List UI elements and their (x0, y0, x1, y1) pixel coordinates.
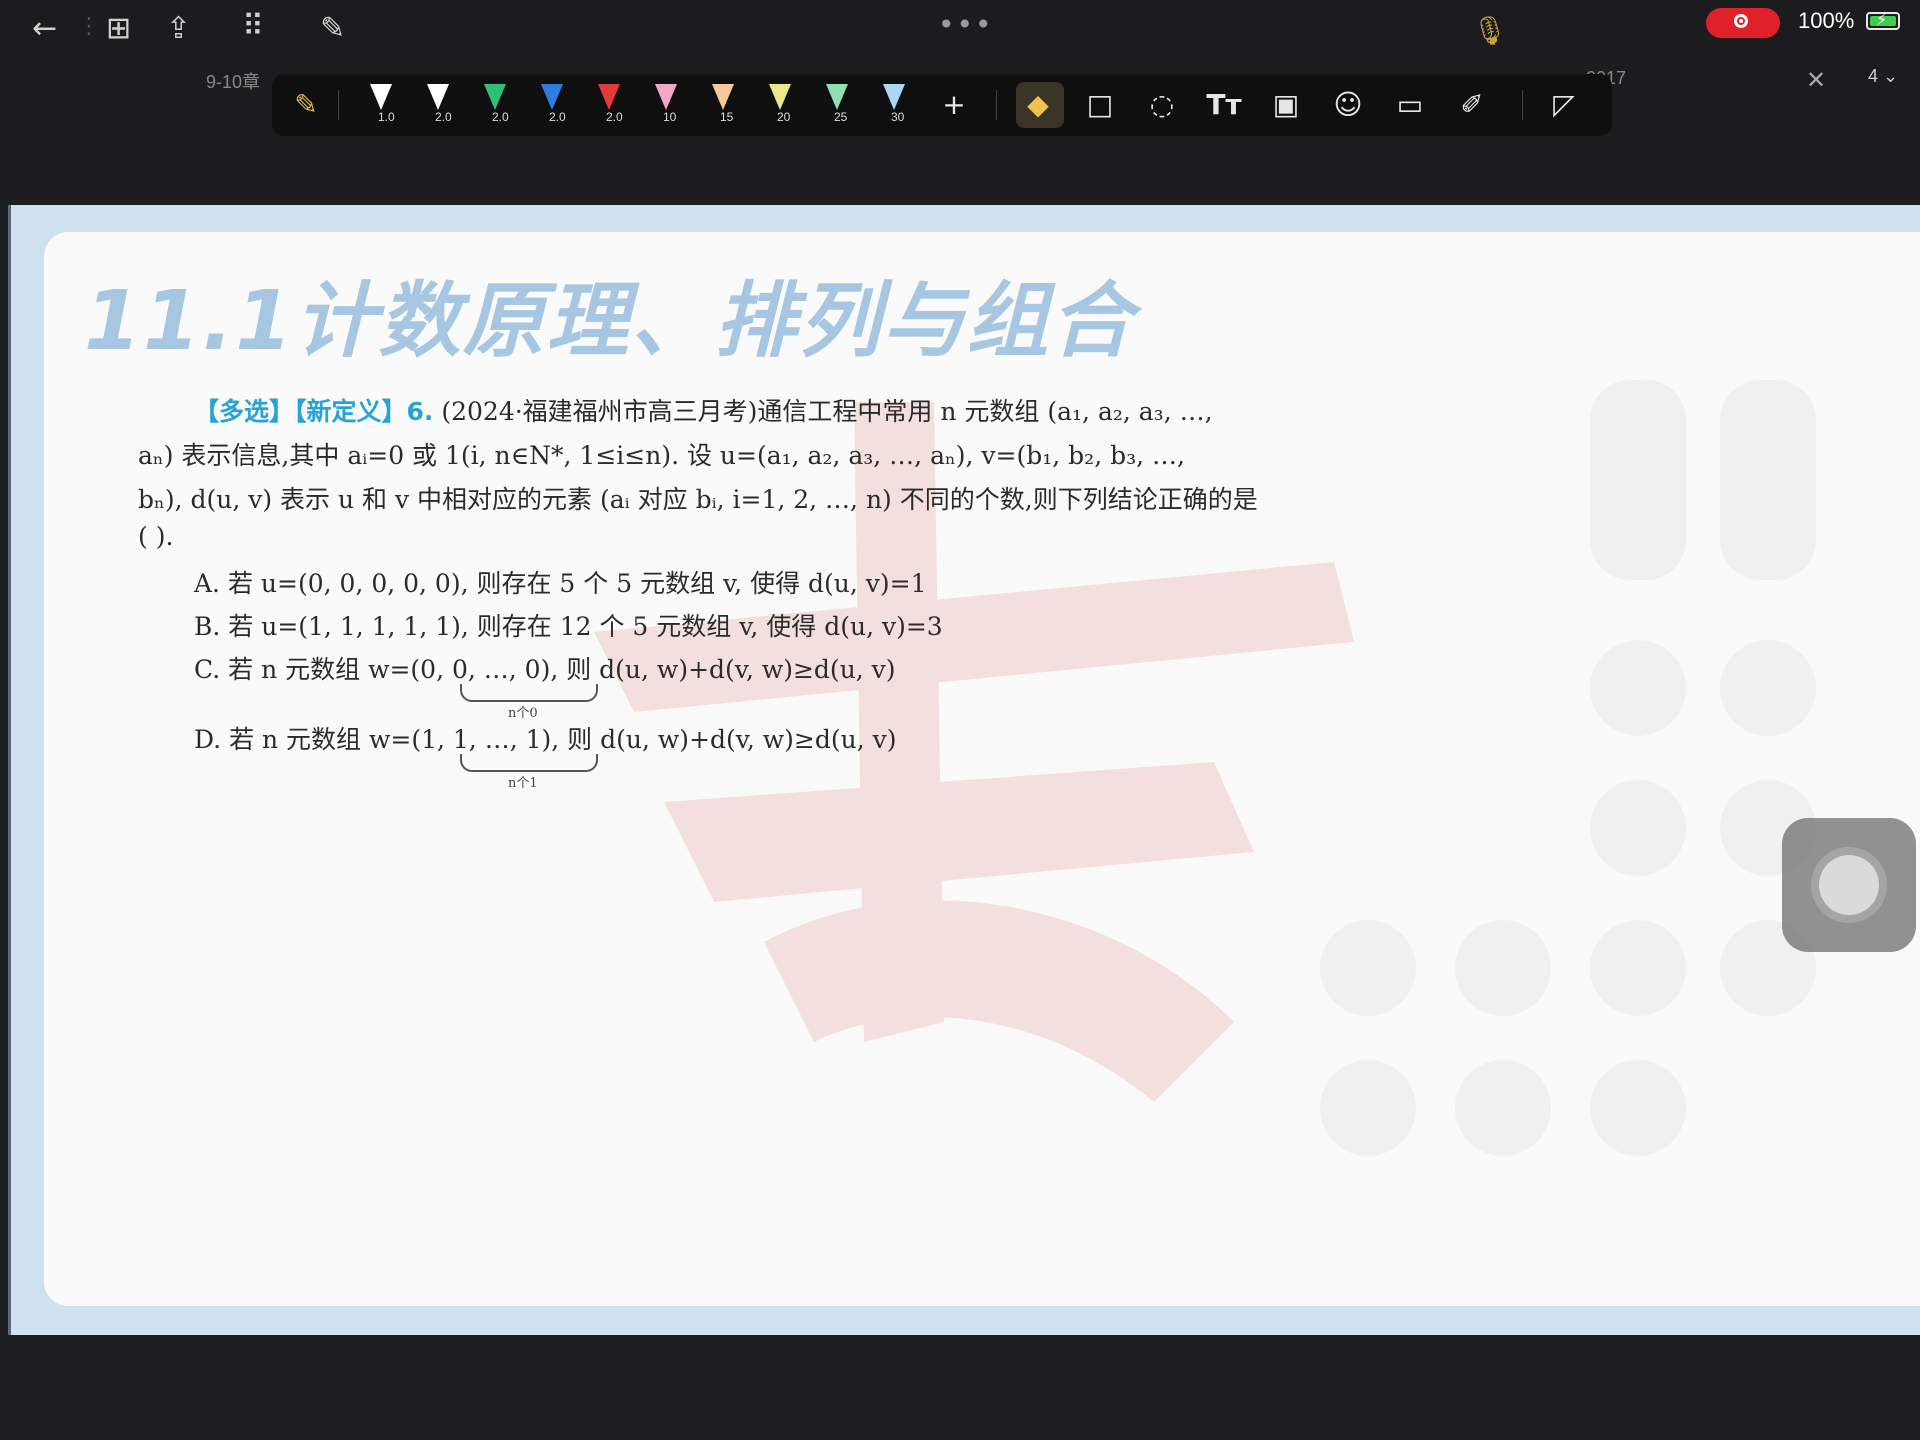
option-b-text: 若 u=(1, 1, 1, 1, 1), 则存在 12 个 5 元数组 v, 使… (228, 612, 943, 641)
underbrace-d (460, 754, 598, 772)
pen-tool-7[interactable]: 15 (706, 82, 740, 124)
pencil-off-icon[interactable]: ✎ (320, 14, 345, 44)
assistive-touch-icon (1819, 855, 1879, 915)
image-button[interactable]: ▣ (1264, 82, 1308, 128)
question-line-3: bₙ), d(u, v) 表示 u 和 v 中相对应的元素 (aᵢ 对应 bᵢ,… (138, 485, 1258, 514)
assistive-touch-button[interactable] (1782, 818, 1916, 952)
pen-tip-icon (541, 84, 563, 110)
option-d-label: D. (194, 725, 222, 754)
pen-tool-4[interactable]: 2.0 (535, 82, 569, 124)
pen-tool-10[interactable]: 30 (877, 82, 911, 124)
pen-tool-2[interactable]: 2.0 (421, 82, 455, 124)
question-line-2: aₙ) 表示信息,其中 aᵢ=0 或 1(i, n∈N*, 1≤i≤n). 设 … (138, 441, 1185, 470)
pen-tip-icon (883, 84, 905, 110)
add-pen-button[interactable]: + (932, 82, 976, 128)
close-icon[interactable]: ✕ (1806, 66, 1826, 94)
option-c-label: C. (194, 655, 221, 684)
battery-icon: ⚡ (1866, 10, 1900, 30)
option-d[interactable]: D. 若 n 元数组 w=(1, 1, …, 1), 则 d(u, w)+d(v… (194, 720, 896, 756)
pen-tip-icon (427, 84, 449, 110)
chevron-down-icon: ⌄ (1883, 66, 1899, 86)
pen-size-label: 25 (834, 110, 848, 124)
pencil-bluetooth-button[interactable]: ✎ (284, 82, 328, 128)
option-c[interactable]: C. 若 n 元数组 w=(0, 0, …, 0), 则 d(u, w)+d(v… (194, 650, 896, 686)
lasso-button[interactable]: ◌ (1140, 82, 1184, 128)
page-selector[interactable]: 4 ⌄ (1868, 66, 1898, 87)
pen-tip-icon (598, 84, 620, 110)
pen-tool-1[interactable]: 1.0 (364, 82, 398, 124)
sticker-icon: ☺ (1333, 88, 1363, 121)
question-text-1: (2024·福建福州市高三月考)通信工程中常用 n 元数组 (a₁, a₂, a… (441, 397, 1213, 426)
pen-size-label: 2.0 (606, 110, 623, 124)
screen-recording-indicator[interactable] (1706, 8, 1780, 38)
pen-tool-6[interactable]: 10 (649, 82, 683, 124)
question-line-4: ( ). (138, 522, 174, 551)
eraser-icon: ◆ (1027, 88, 1049, 121)
pen-tip-icon (484, 84, 506, 110)
pen-tool-5[interactable]: 2.0 (592, 82, 626, 124)
battery-percentage: 100% (1798, 8, 1855, 33)
drawing-toolbar: ✎ 1.0 2.0 2.0 2.0 2.0 10 15 20 25 30 + ◆ □ ◌ Tт ▣… (272, 74, 1612, 136)
comment-icon: ▭ (1396, 88, 1424, 121)
page-corner-icon: ◸ (1553, 88, 1575, 121)
pen-tip-icon (769, 84, 791, 110)
option-b-label: B. (194, 612, 221, 641)
more-dots-icon[interactable]: ••• (938, 8, 994, 41)
option-a[interactable]: A. 若 u=(0, 0, 0, 0, 0), 则存在 5 个 5 元数组 v,… (194, 564, 927, 600)
document-page[interactable]: 11.1计数原理、排列与组合 【多选】【新定义】6. (2024·福建福州市高三… (44, 232, 1920, 1306)
question-line-1: 【多选】【新定义】6. (2024·福建福州市高三月考)通信工程中常用 n 元数… (194, 392, 1213, 428)
pen-size-label: 30 (891, 110, 905, 124)
square-icon: □ (1086, 88, 1114, 121)
pen-tip-icon (712, 84, 734, 110)
microphone-icon[interactable]: 🎙 (1472, 14, 1508, 47)
comment-button[interactable]: ▭ (1388, 82, 1432, 128)
back-arrow-icon[interactable]: ← (32, 14, 57, 44)
pen-tip-icon (370, 84, 392, 110)
option-d-text: 若 n 元数组 w=(1, 1, …, 1), 则 d(u, w)+d(v, w… (229, 725, 897, 754)
section-title: 11.1计数原理、排列与组合 (84, 274, 1135, 369)
pen-size-label: 10 (663, 110, 677, 124)
option-c-text: 若 n 元数组 w=(0, 0, …, 0), 则 d(u, w)+d(v, w… (228, 655, 896, 684)
pen-size-label: 1.0 (378, 110, 395, 124)
pen-tip-icon (826, 84, 848, 110)
pen-size-label: 20 (777, 110, 791, 124)
sticker-button[interactable]: ☺ (1326, 82, 1370, 128)
pen-size-label: 2.0 (549, 110, 566, 124)
record-icon (1734, 14, 1748, 28)
pen-tool-8[interactable]: 20 (763, 82, 797, 124)
pen-size-label: 15 (720, 110, 734, 124)
image-icon: ▣ (1272, 88, 1300, 121)
fold-corner-button[interactable]: ◸ (1542, 82, 1586, 128)
laser-pointer-icon: ✐ (1460, 88, 1484, 121)
text-icon: Tт (1206, 88, 1242, 121)
tab-left[interactable]: 9-10章 (206, 68, 260, 94)
option-b[interactable]: B. 若 u=(1, 1, 1, 1, 1), 则存在 12 个 5 元数组 v… (194, 607, 943, 643)
divider-icon: ⋮ (78, 14, 100, 39)
pen-size-label: 2.0 (435, 110, 452, 124)
text-button[interactable]: Tт (1202, 82, 1246, 128)
plus-icon: + (942, 88, 966, 121)
grid-view-icon[interactable]: ⊞ (106, 14, 131, 44)
export-icon[interactable]: ⇪ (166, 14, 191, 44)
page-number: 4 (1868, 66, 1879, 86)
pen-size-label: 2.0 (492, 110, 509, 124)
eraser-button[interactable]: ◆ (1016, 82, 1064, 128)
brace-label-d: n个1 (508, 776, 538, 791)
brace-label-c: n个0 (508, 706, 538, 721)
option-a-text: 若 u=(0, 0, 0, 0, 0), 则存在 5 个 5 元数组 v, 使得… (227, 569, 927, 598)
underbrace-c (460, 684, 598, 702)
apps-icon[interactable]: ⠿ (242, 12, 264, 42)
pen-tip-icon (655, 84, 677, 110)
pencil-icon: ✎ (294, 88, 318, 121)
top-bar: ← ⋮ ⊞ ⇪ ⠿ ✎ ••• 🎙 100% ⚡ 9-10章 2017 ✕ 4 … (0, 0, 1920, 200)
shape-button[interactable]: □ (1078, 82, 1122, 128)
pen-tool-3[interactable]: 2.0 (478, 82, 512, 124)
lasso-icon: ◌ (1149, 88, 1175, 121)
laser-pointer-button[interactable]: ✐ (1450, 82, 1494, 128)
pen-tool-9[interactable]: 25 (820, 82, 854, 124)
option-a-label: A. (194, 569, 221, 598)
question-tags: 【多选】【新定义】6. (194, 397, 434, 426)
